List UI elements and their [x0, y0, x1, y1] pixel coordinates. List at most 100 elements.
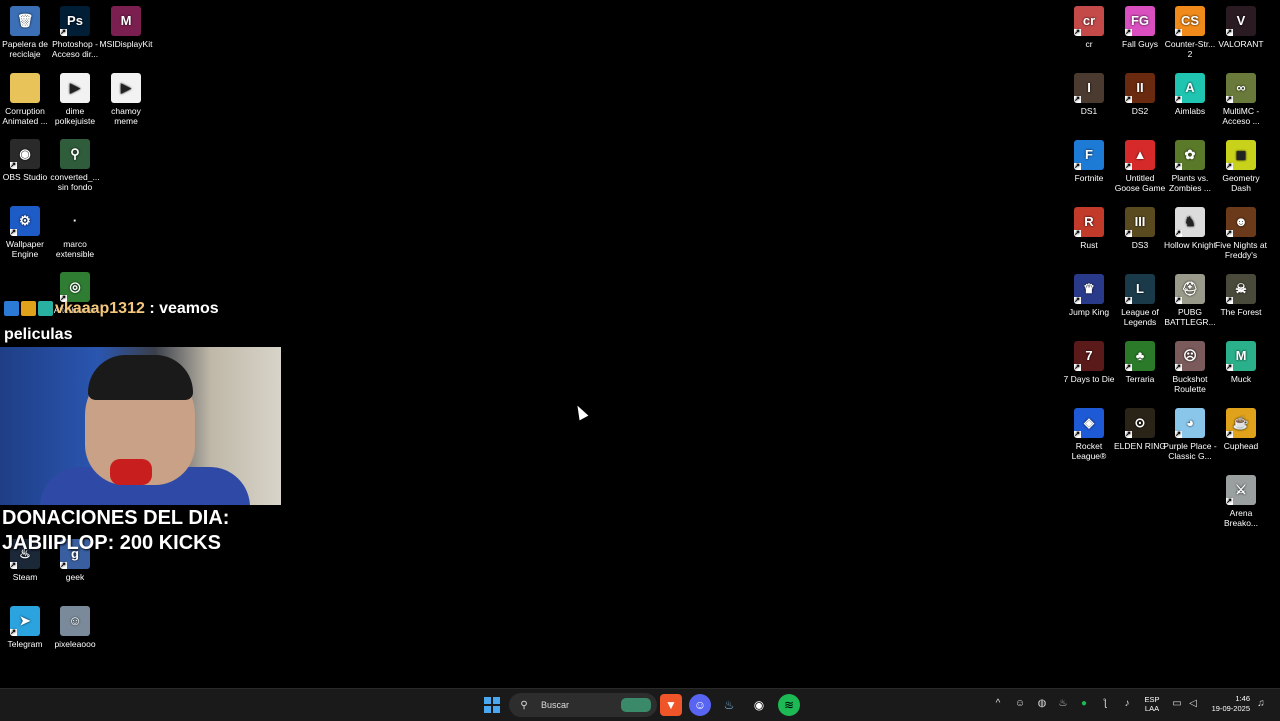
desktop-icon[interactable]: cr ↗ cr: [1064, 0, 1114, 49]
notification-bell-icon[interactable]: ♫: [1254, 697, 1268, 711]
desktop-icon[interactable]: ☺ pixeleaooo: [50, 600, 100, 649]
desktop-icon-label: Cuphead: [1223, 441, 1259, 451]
chevron-up-icon[interactable]: ^: [991, 697, 1005, 711]
steam-tray-icon[interactable]: ♨: [1056, 697, 1070, 711]
photoshop-icon: Ps ↗: [60, 6, 90, 36]
language-indicator[interactable]: ESP LAA: [1141, 695, 1163, 713]
desktop-icon[interactable]: ◈ ↗ Rocket League®: [1064, 402, 1114, 461]
desktop-icon[interactable]: L ↗ League of Legends: [1115, 268, 1165, 327]
desktop-icon-label: ELDEN RING: [1114, 441, 1166, 451]
geometry-dash-icon: ◼ ↗: [1226, 140, 1256, 170]
desktop-icon[interactable]: ☹ ↗ Buckshot Roulette: [1165, 335, 1215, 394]
desktop-icon-label: converted_... sin fondo: [50, 172, 100, 192]
desktop-icon[interactable]: ♞ ↗ Hollow Knight: [1164, 201, 1216, 250]
desktop-icon[interactable]: A ↗ Aimlabs: [1165, 67, 1215, 116]
desktop-icon[interactable]: M ↗ Muck: [1216, 335, 1266, 384]
shortcut-arrow-icon: ↗: [1226, 163, 1233, 170]
spotify-tray-icon[interactable]: ●: [1077, 697, 1091, 711]
elden-ring-icon: ⊙ ↗: [1125, 408, 1155, 438]
taskbar-discord[interactable]: ☺: [689, 694, 711, 716]
desktop-icon[interactable]: I ↗ DS1: [1064, 67, 1114, 116]
desktop-icon[interactable]: ▲ ↗ Untitled Goose Game: [1115, 134, 1165, 193]
dark-souls-icon: II ↗: [1125, 73, 1155, 103]
hollow-knight-icon: ♞ ↗: [1175, 207, 1205, 237]
desktop-icon[interactable]: ⛑ ↗ PUBG BATTLEGR...: [1164, 268, 1216, 327]
desktop-icon[interactable]: V ↗ VALORANT: [1216, 0, 1266, 49]
goose-game-icon: ▲ ↗: [1125, 140, 1155, 170]
desktop-icon[interactable]: · marco extensible: [50, 200, 100, 259]
taskbar-search[interactable]: ⚲ Buscar: [509, 693, 657, 717]
desktop-icon[interactable]: ☻ ↗ Five Nights at Freddy's: [1215, 201, 1267, 260]
desktop-icon[interactable]: ♛ ↗ Jump King: [1064, 268, 1114, 317]
discord-tray-icon[interactable]: ☺: [1013, 697, 1027, 711]
desktop-icon[interactable]: ♣ ↗ Terraria: [1115, 335, 1165, 384]
desktop-icon[interactable]: ◕ ↗ Purple Place - Classic G...: [1163, 402, 1217, 461]
badge-icon: [38, 301, 53, 317]
video-file-icon: ▶: [111, 73, 141, 103]
start-button[interactable]: [481, 694, 503, 716]
desktop-icon-label: MultiMC - Acceso ...: [1222, 106, 1260, 126]
desktop-icon[interactable]: ➤ ↗ Telegram: [0, 600, 50, 649]
desktop-icon[interactable]: ⚲ converted_... sin fondo: [50, 133, 100, 192]
desktop-icon-label: Telegram: [7, 639, 43, 649]
desktop-icon[interactable]: ⚙ ↗ Wallpaper Engine: [0, 200, 50, 259]
pubg-icon: ⛑ ↗: [1175, 274, 1205, 304]
shortcut-arrow-icon: ↗: [1175, 297, 1182, 304]
taskbar-brave[interactable]: ▼: [660, 694, 682, 716]
desktop-icon-label: Rust: [1080, 240, 1098, 250]
taskbar-steam[interactable]: ♨: [718, 694, 740, 716]
league-icon: L ↗: [1125, 274, 1155, 304]
mouse-cursor-icon: [573, 403, 589, 421]
desktop-icon[interactable]: ☕ ↗ Cuphead: [1216, 402, 1266, 451]
shortcut-arrow-icon: ↗: [10, 162, 17, 169]
desktop-icon[interactable]: ▶ dime polkejuiste: [50, 67, 100, 126]
desktop-icon[interactable]: ✿ ↗ Plants vs. Zombies ...: [1165, 134, 1215, 193]
shortcut-arrow-icon: ↗: [60, 562, 67, 569]
desktop-icon-label: Geometry Dash: [1222, 173, 1260, 193]
desktop-icon[interactable]: III ↗ DS3: [1115, 201, 1165, 250]
desktop-icon-label: DS2: [1131, 106, 1149, 116]
shortcut-arrow-icon: ↗: [1175, 29, 1182, 36]
multimc-icon: ∞ ↗: [1226, 73, 1256, 103]
shortcut-arrow-icon: ↗: [1074, 364, 1081, 371]
desktop-icon[interactable]: ▶ chamoy meme: [101, 67, 151, 126]
terraria-icon: ♣ ↗: [1125, 341, 1155, 371]
valorant-icon: V ↗: [1226, 6, 1256, 36]
desktop-icon[interactable]: M MSIDisplayKit: [100, 0, 152, 49]
shortcut-arrow-icon: ↗: [1074, 29, 1081, 36]
desktop-icon[interactable]: ◉ ↗ OBS Studio: [0, 133, 50, 182]
desktop-icon[interactable]: CS ↗ Counter-Str... 2: [1165, 0, 1215, 59]
desktop-icon[interactable]: ◼ ↗ Geometry Dash: [1216, 134, 1266, 193]
aimlabs-icon: A ↗: [1175, 73, 1205, 103]
desktop-icon[interactable]: F ↗ Fortnite: [1064, 134, 1114, 183]
tray-app-icon[interactable]: ƪ: [1098, 697, 1112, 711]
desktop-icon[interactable]: 🗑 Papelera de reciclaje: [0, 0, 50, 59]
webcam-person-hair: [88, 355, 193, 400]
desktop-icon-label: Rocket League®: [1071, 441, 1107, 461]
desktop-icon[interactable]: ⊙ ↗ ELDEN RING: [1114, 402, 1166, 451]
desktop-icon-label: Plants vs. Zombies ...: [1168, 173, 1212, 193]
desktop-icon[interactable]: R ↗ Rust: [1064, 201, 1114, 250]
desktop-icon-label: Buckshot Roulette: [1172, 374, 1208, 394]
recycle-bin-icon: 🗑: [10, 6, 40, 36]
desktop-icon[interactable]: ⚔ ↗ Arena Breako...: [1216, 469, 1266, 528]
msi-tray-icon[interactable]: ◍: [1035, 697, 1049, 711]
desktop-icon-label: Terraria: [1125, 374, 1155, 384]
desktop-icon[interactable]: II ↗ DS2: [1115, 67, 1165, 116]
shortcut-arrow-icon: ↗: [1074, 297, 1081, 304]
desktop-icon[interactable]: Ps ↗ Photoshop - Acceso dir...: [50, 0, 100, 59]
desktop-icon[interactable]: 7 ↗ 7 Days to Die: [1063, 335, 1115, 384]
taskbar-obs[interactable]: ◉: [748, 694, 770, 716]
desktop-icon[interactable]: Corruption Animated ...: [0, 67, 50, 126]
taskbar-spotify[interactable]: ≋: [778, 694, 800, 716]
desktop-icon[interactable]: ∞ ↗ MultiMC - Acceso ...: [1216, 67, 1266, 126]
desktop-icon[interactable]: ☠ ↗ The Forest: [1216, 268, 1266, 317]
shortcut-arrow-icon: ↗: [1074, 96, 1081, 103]
desktop-icon[interactable]: FG ↗ Fall Guys: [1115, 0, 1165, 49]
volume-icon[interactable]: ◁: [1186, 697, 1200, 711]
network-icon[interactable]: ▭: [1170, 697, 1184, 711]
shortcut-arrow-icon: ↗: [1074, 230, 1081, 237]
rocket-league-icon: ◈ ↗: [1074, 408, 1104, 438]
microphone-tray-icon[interactable]: ♪: [1120, 697, 1134, 711]
clock[interactable]: 1:46 19-09-2025: [1204, 694, 1250, 714]
